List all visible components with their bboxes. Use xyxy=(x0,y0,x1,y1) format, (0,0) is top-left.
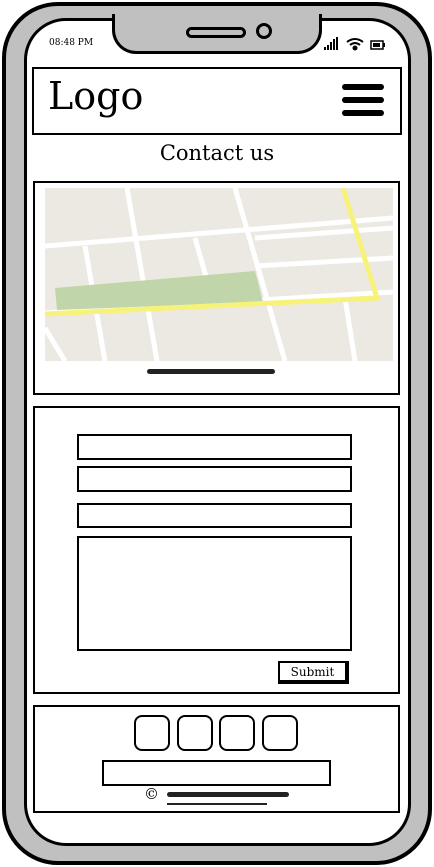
hamburger-icon[interactable] xyxy=(342,84,384,118)
social-icon-4[interactable] xyxy=(262,715,298,751)
battery-icon xyxy=(370,40,385,50)
social-icon-1[interactable] xyxy=(134,715,170,751)
signal-icon xyxy=(324,37,338,50)
copyright-underline xyxy=(167,803,267,805)
copyright-symbol: © xyxy=(144,785,159,803)
wifi-icon xyxy=(346,38,364,51)
status-icons xyxy=(324,37,385,51)
camera-icon xyxy=(256,23,272,39)
social-icon-2[interactable] xyxy=(177,715,213,751)
speaker-icon xyxy=(186,27,246,38)
subject-input[interactable] xyxy=(77,503,352,528)
name-input[interactable] xyxy=(77,434,352,460)
email-input[interactable] xyxy=(77,466,352,492)
newsletter-input[interactable] xyxy=(102,760,331,786)
map-caption-scribble xyxy=(147,369,275,374)
logo[interactable]: Logo xyxy=(48,74,143,118)
status-time: 08:48 PM xyxy=(49,38,94,48)
message-textarea[interactable] xyxy=(77,536,352,651)
submit-button[interactable]: Submit xyxy=(278,661,349,684)
social-icon-3[interactable] xyxy=(219,715,255,751)
map-image[interactable] xyxy=(45,188,393,361)
page-title: Contact us xyxy=(159,141,275,165)
copyright-text-scribble xyxy=(167,792,289,797)
